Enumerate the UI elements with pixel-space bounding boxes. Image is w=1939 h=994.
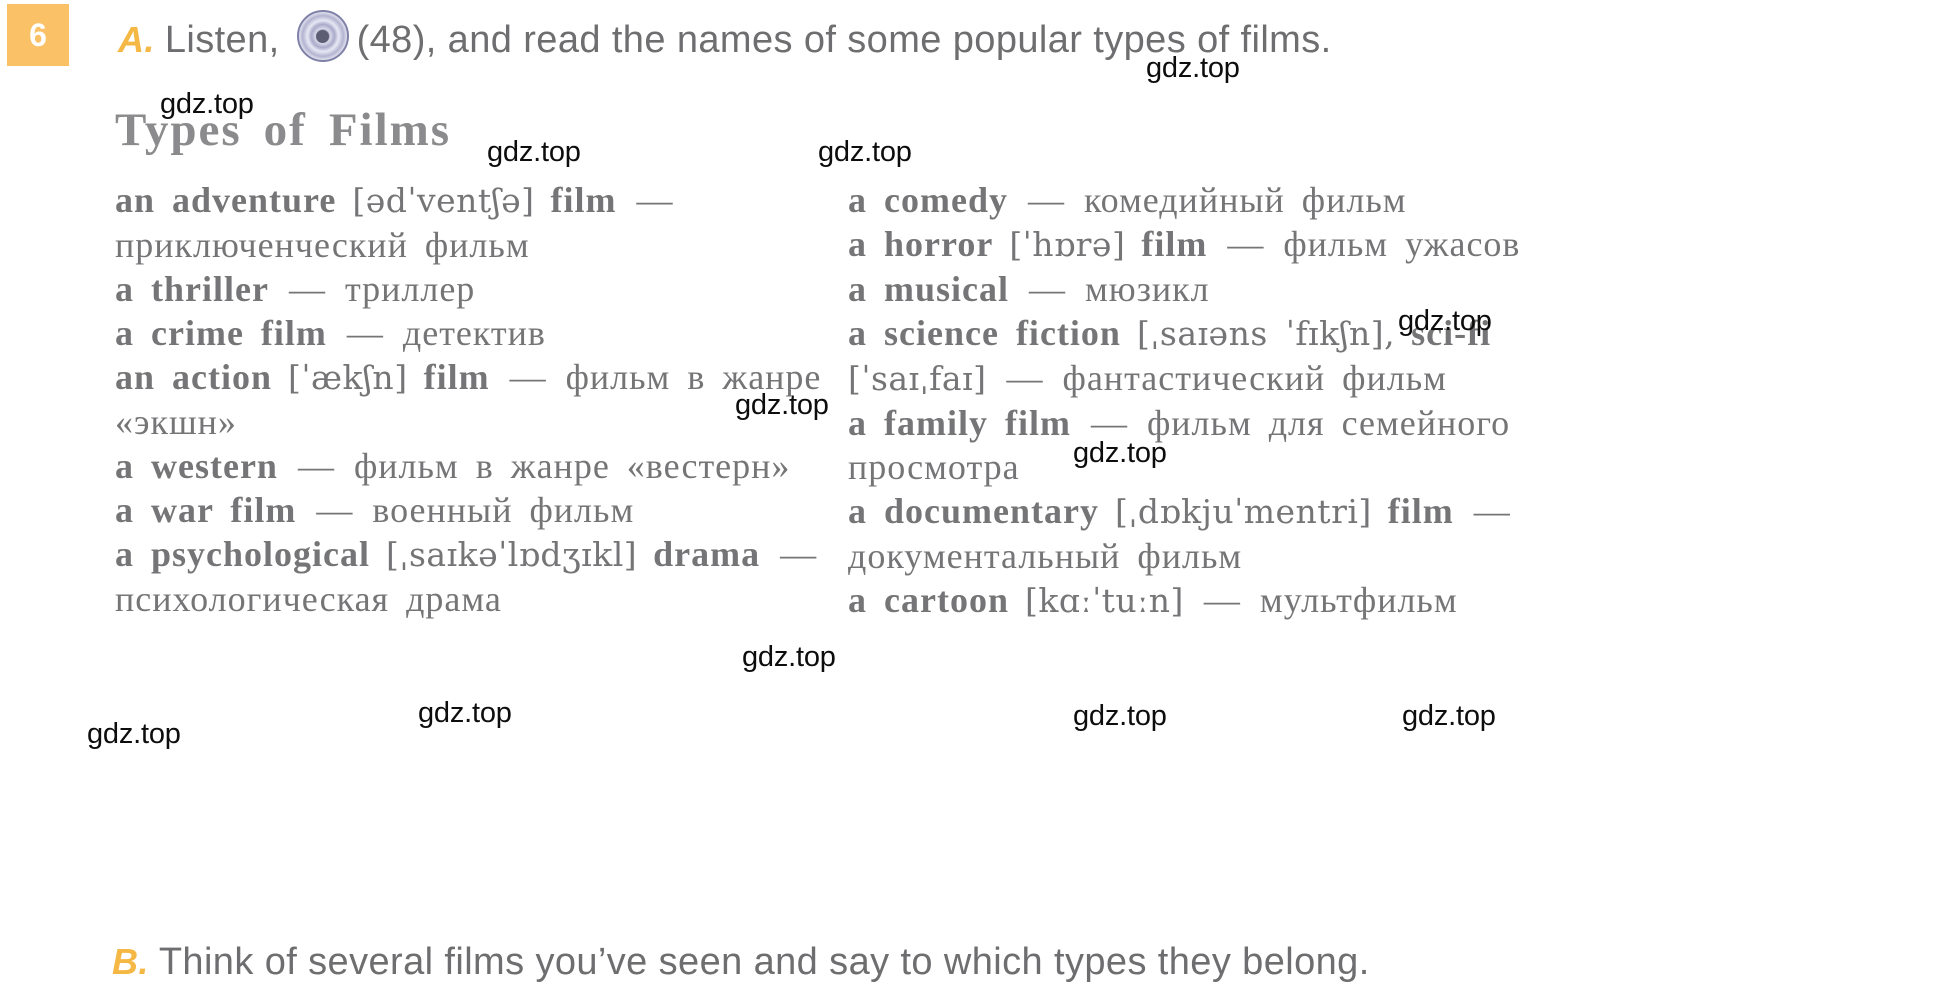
vocabulary-entry: a horror [ˈhɒrə] film — фильм ужасов [848,222,1548,267]
vocabulary-translation: комедийный фильм [1083,180,1407,220]
vocabulary-transcription: [ədˈventʃə] [352,181,535,220]
vocabulary-entry: a comedy — комедийный фильм [848,178,1548,222]
vocabulary-term: a war film [115,490,297,530]
vocabulary-entry: an adventure [ədˈventʃə] film — приключе… [115,178,835,267]
vocabulary-entry: a musical — мюзикл [848,267,1548,311]
vocabulary-dash: — [1227,224,1264,264]
vocabulary-entry: a crime film — детектив [115,311,835,355]
exercise-number: 6 [29,17,47,53]
vocabulary-term: a musical [848,269,1010,309]
vocabulary-translation: военный фильм [372,490,635,530]
vocabulary-term: sci-fi [1411,313,1492,353]
vocabulary-translation: мюзикл [1085,269,1210,309]
vocabulary-dash: — [1473,491,1510,531]
vocabulary-term: a psychological [115,534,371,574]
vocabulary-dash: — [297,446,334,486]
vocabulary-translation: детектив [402,313,546,353]
vocabulary-term: film [1141,224,1208,264]
page-title: Types of Films [115,103,473,157]
vocabulary-dash: — [1006,358,1043,398]
watermark: gdz.top [418,697,512,729]
vocabulary-entry: a cartoon [kɑːˈtuːn] — мультфильм [848,578,1548,623]
task-b-instruction: B. Think of several films you’ve seen and… [112,941,1381,984]
vocabulary-term: a thriller [115,269,269,309]
vocabulary-term: drama [653,534,761,574]
task-a-text-before-icon: Listen, [164,19,280,61]
heading-word-types: Types [115,104,242,156]
vocabulary-transcription: [ˈsaɪˌfaɪ] [848,359,987,398]
vocabulary-term: film [423,357,490,397]
vocabulary-translation: психологическая драма [115,579,502,619]
vocabulary-dash: — [780,534,817,574]
vocabulary-dash: — [509,357,546,397]
vocabulary-translation: фантастический фильм [1062,358,1447,398]
vocabulary-translation: триллер [344,269,476,309]
vocabulary-entry: a thriller — триллер [115,267,835,311]
vocabulary-term: a cartoon [848,580,1009,620]
task-b-text: Think of several films you’ve seen and s… [158,941,1370,983]
vocabulary-entry: a war film — военный фильм [115,488,835,532]
watermark: gdz.top [87,718,181,750]
vocabulary-term: a horror [848,224,994,264]
vocabulary-entry: a psychological [ˌsaɪkəˈlɒdʒɪkl] drama —… [115,532,835,621]
vocabulary-translation: документальный фильм [848,536,1243,576]
vocabulary-entry: a western — фильм в жанре «вестерн» [115,444,835,488]
vocabulary-transcription: [kɑːˈtuːn] [1024,581,1184,620]
vocabulary-dash: — [636,180,673,220]
watermark: gdz.top [1073,700,1167,732]
vocabulary-dash: — [1029,269,1066,309]
vocabulary-transcription: [ˈhɒrə] [1009,225,1126,264]
exercise-number-badge: 6 [7,4,69,66]
watermark: gdz.top [487,136,581,168]
vocabulary-transcription: [ˌsaɪkəˈlɒdʒɪkl] [386,535,638,574]
vocabulary-term: a comedy [848,180,1008,220]
vocabulary-term: a science fiction [848,313,1121,353]
vocabulary-dash: — [288,269,325,309]
vocabulary-term: a family film [848,403,1071,443]
watermark: gdz.top [1402,700,1496,732]
vocabulary-entry: an action [ˈækʃn] film — фильм в жанре «… [115,355,835,444]
vocabulary-term: an action [115,357,273,397]
vocabulary-translation: мультфильм [1259,580,1458,620]
vocabulary-term: film [1387,491,1454,531]
vocabulary-entry: a family film — фильм для семейного прос… [848,401,1548,489]
task-a-text-after-icon: (48), and read the names of some popular… [356,19,1332,61]
task-b-letter: B. [112,941,149,982]
vocabulary-entry: a documentary [ˌdɒkjuˈmentri] film — док… [848,489,1548,578]
vocabulary-right-column: a comedy — комедийный фильм a horror [ˈhɒ… [848,178,1548,623]
vocabulary-transcription: [ˈækʃn] [288,358,408,397]
vocabulary-dash: — [316,490,353,530]
heading-word-films: Films [328,104,452,156]
vocabulary-transcription: [ˌsaɪəns ˈfɪkʃn], [1136,314,1396,353]
vocabulary-translation: приключенческий фильм [115,225,530,265]
vocabulary-term: an adventure [115,180,337,220]
vocabulary-translation: фильм ужасов [1283,224,1521,264]
vocabulary-transcription: [ˌdɒkjuˈmentri] [1114,492,1372,531]
vocabulary-entry: a science fiction [ˌsaɪəns ˈfɪkʃn], sci-… [848,311,1548,401]
vocabulary-left-column: an adventure [ədˈventʃə] film — приключе… [115,178,835,621]
vocabulary-dash: — [1203,580,1240,620]
vocabulary-term: a documentary [848,491,1099,531]
vocabulary-term: a crime film [115,313,327,353]
vocabulary-term: a western [115,446,278,486]
vocabulary-translation: фильм в жанре «вестерн» [353,446,791,486]
heading-word-of: of [263,104,307,156]
watermark: gdz.top [742,641,836,673]
vocabulary-dash: — [1090,403,1127,443]
task-a-letter: A. [118,19,155,60]
vocabulary-dash: — [346,313,383,353]
watermark: gdz.top [818,136,912,168]
vocabulary-dash: — [1027,180,1064,220]
vocabulary-term: film [550,180,617,220]
task-a-instruction: A. Listen, (48), and read the names of som… [118,10,1341,62]
cd-icon [296,10,349,62]
